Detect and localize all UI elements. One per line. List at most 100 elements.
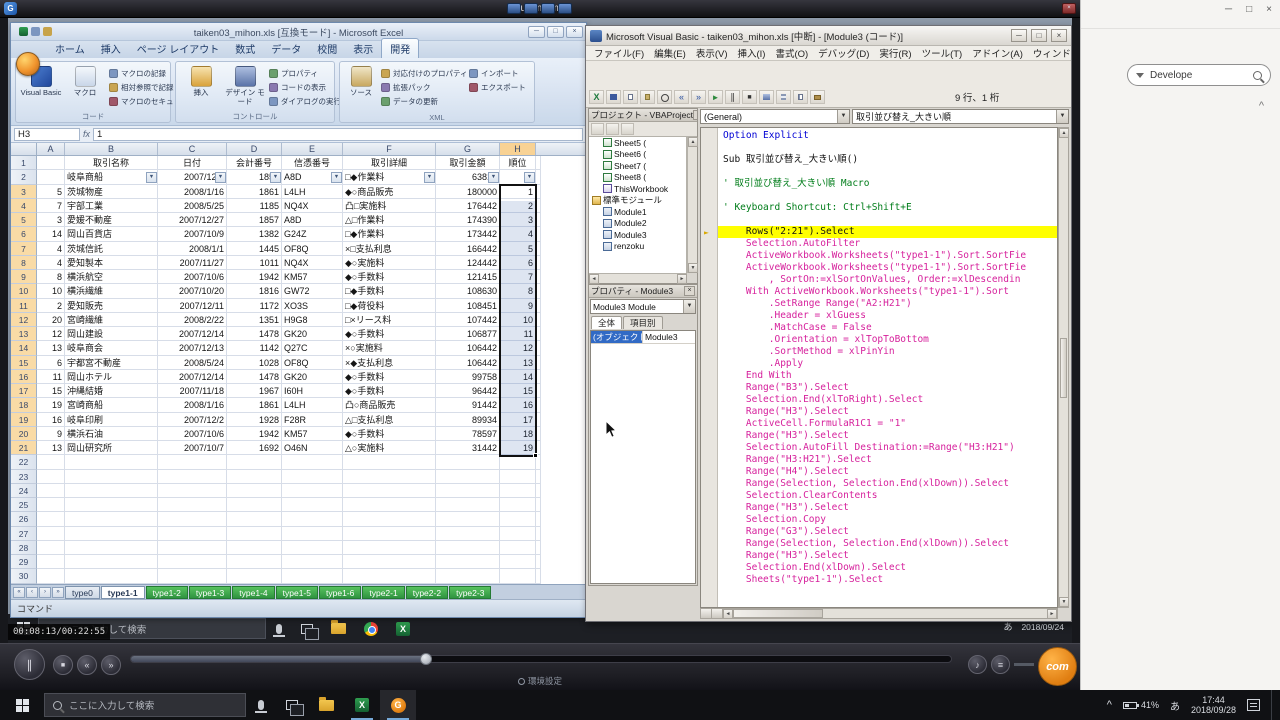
last-sheet-button[interactable]: » [52,587,64,598]
cell[interactable]: 107442 [436,313,500,327]
ribbon-tab[interactable]: 校閲 [309,39,345,58]
property-name[interactable]: (オブジェクト名) [591,331,643,343]
cell[interactable]: GW72 [282,284,343,298]
row-header[interactable]: 28 [11,541,37,555]
cell[interactable] [158,455,227,469]
ribbon-tab[interactable]: データ [263,39,309,58]
object-dropdown[interactable]: (General) ▼ [700,109,850,124]
view-code-icon[interactable] [591,123,604,135]
ribbon-tab[interactable]: ページ レイアウト [129,39,228,58]
start-button[interactable] [0,690,44,720]
cell[interactable]: 1445 [227,242,282,256]
task-view-icon[interactable] [301,624,313,634]
ribbon-tab[interactable]: 数式 [227,39,263,58]
sheet-tab[interactable]: type2-2 [406,586,448,599]
cell[interactable]: 2007/10/20 [158,284,227,298]
bg-close-button[interactable]: × [1266,4,1272,15]
gom-minimize-button[interactable] [558,3,572,14]
cell[interactable] [343,455,436,469]
cell[interactable]: OF8Q [282,242,343,256]
cell[interactable]: 91442 [436,398,500,412]
vba-maximize-button[interactable]: □ [1031,29,1047,42]
cell[interactable]: ◆○手数料 [343,327,436,341]
code-hscrollbar[interactable]: ◄ ► [700,608,1058,619]
gom-mascot-logo[interactable]: com [1038,647,1077,686]
project-tree-item[interactable]: ThisWorkbook [589,183,686,195]
cell[interactable]: 7 [37,199,65,213]
office-button[interactable] [16,52,40,76]
properties-window-icon[interactable] [793,90,808,104]
gom-panel-button-2[interactable] [524,3,538,14]
cell[interactable] [536,555,541,569]
cell[interactable]: 176442 [436,199,500,213]
project-hscrollbar[interactable]: ◄► [589,273,687,283]
cell[interactable]: 18 [500,427,536,441]
cell[interactable]: △○実施料 [343,441,436,455]
code-vscrollbar[interactable]: ▲ ▼ [1058,127,1069,608]
menu-item[interactable]: 実行(R) [874,46,916,60]
view-object-icon[interactable] [606,123,619,135]
excel-taskbar-button[interactable]: X [344,690,380,720]
cell[interactable]: 2007/12/27 [158,213,227,227]
task-view-button[interactable] [276,690,308,720]
cell[interactable] [436,512,500,526]
prev-sheet-button[interactable]: ‹ [26,587,38,598]
cell[interactable] [536,413,541,427]
cell[interactable]: 89934 [436,413,500,427]
cell[interactable]: 5 [37,185,65,199]
cell[interactable]: 宇都宮不動産 [65,356,158,370]
cell[interactable]: 宮崎繊維 [65,313,158,327]
cell[interactable]: 岐阜商船 [65,170,158,184]
code-editor[interactable]: Option ExplicitSub 取引並び替え_大きい順()' 取引並び替え… [700,127,1058,608]
cell[interactable]: 96442 [436,384,500,398]
formula-input[interactable]: 1 [93,128,583,141]
cell[interactable]: 1928 [227,413,282,427]
sheet-tab[interactable]: type2-1 [362,586,404,599]
volume-slider[interactable] [1014,663,1034,666]
cell[interactable]: 2007/12/4 [158,170,227,184]
cell[interactable]: 78597 [436,427,500,441]
cell[interactable]: 12 [500,341,536,355]
code-margin[interactable] [701,128,718,607]
cell[interactable] [158,527,227,541]
menu-item[interactable]: デバッグ(D) [813,46,874,60]
row-header[interactable]: 1 [11,156,37,170]
cell[interactable]: 沖縄結婚 [65,384,158,398]
cell[interactable]: 茨城物産 [65,185,158,199]
cell[interactable] [65,512,158,526]
ribbon-tab[interactable]: 表示 [345,39,381,58]
cell[interactable]: ◆○商品販売 [343,185,436,199]
cell[interactable]: 愛知販売 [65,299,158,313]
cell[interactable]: 1857 [227,213,282,227]
cell[interactable]: 9 [37,427,65,441]
column-header[interactable]: H [500,143,536,155]
cell[interactable]: L4LH [282,398,343,412]
cell[interactable]: 16 [500,398,536,412]
cell[interactable]: 6 [37,356,65,370]
cell[interactable] [536,427,541,441]
row-header[interactable]: 5 [11,213,37,227]
cell[interactable] [37,527,65,541]
find-icon[interactable] [657,90,672,104]
next-button[interactable]: » [101,655,121,675]
cell[interactable]: □×リース料 [343,313,436,327]
cell[interactable]: 31442 [436,441,500,455]
cell[interactable]: △□支払利息 [343,413,436,427]
source-button[interactable]: ソース [343,64,379,110]
cell[interactable]: 2 [37,299,65,313]
cell[interactable] [536,398,541,412]
cell[interactable] [436,484,500,498]
cell[interactable]: I60H [282,384,343,398]
cell[interactable]: 11 [37,370,65,384]
cell[interactable] [536,527,541,541]
menu-item[interactable]: ウィンドウ [1028,46,1071,60]
cell[interactable]: 1382 [227,227,282,241]
cell[interactable] [37,569,65,583]
cell[interactable]: 2008/1/16 [158,185,227,199]
first-sheet-button[interactable]: « [13,587,25,598]
cell[interactable]: 13 [37,441,65,455]
cell[interactable]: 1185 [227,199,282,213]
row-header[interactable]: 30 [11,569,37,583]
previous-button[interactable]: « [77,655,97,675]
bg-search-box[interactable]: Develope [1127,64,1271,86]
